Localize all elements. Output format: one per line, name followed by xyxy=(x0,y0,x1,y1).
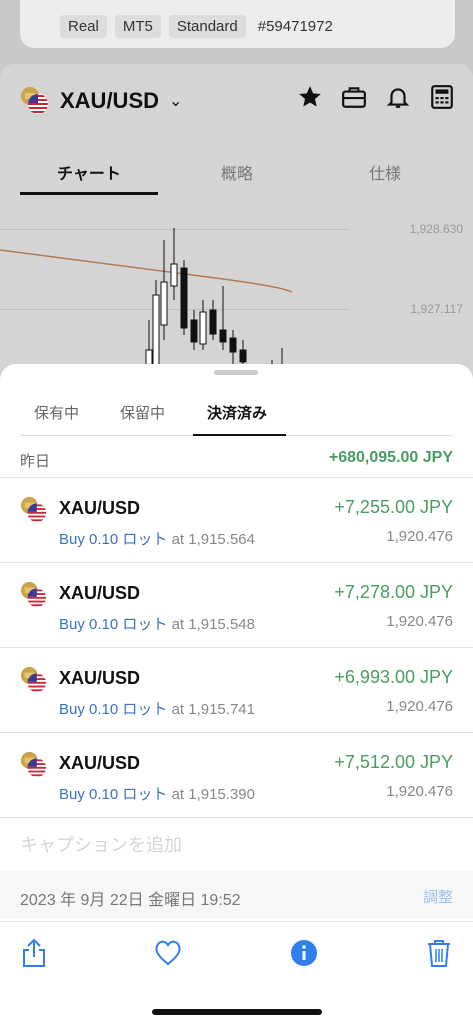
platform-tag: MT5 xyxy=(114,15,161,38)
trade-symbol: XAU/USD xyxy=(59,498,141,518)
tab-overview[interactable]: 概略 xyxy=(221,160,253,184)
trade-close-price: 1,920.476 xyxy=(386,613,453,630)
caption-input[interactable]: キャプションを追加 xyxy=(20,831,182,857)
account-class-tag: Standard xyxy=(168,15,246,38)
symbol-selector[interactable]: XAU/USD ⌄ xyxy=(20,86,182,116)
trade-row[interactable]: XAU/USD +7,278.00 JPY Buy 0.10 ロット at 1,… xyxy=(0,563,473,648)
home-indicator xyxy=(152,1009,322,1015)
tab-underline xyxy=(20,192,158,195)
star-icon[interactable] xyxy=(297,84,323,110)
candles xyxy=(145,228,283,370)
account-card: Real MT5 Standard #59471972 xyxy=(20,0,455,48)
trade-close-price: 1,920.476 xyxy=(386,783,453,800)
briefcase-icon[interactable] xyxy=(341,84,367,110)
trade-open-price: at 1,915.741 xyxy=(171,701,255,718)
day-label: 昨日 xyxy=(20,453,51,470)
account-id: #59471972 xyxy=(257,18,333,35)
trade-row[interactable]: XAU/USD +7,255.00 JPY Buy 0.10 ロット at 1,… xyxy=(0,478,473,563)
trade-symbol: XAU/USD xyxy=(59,583,141,603)
trade-history-sheet: 保有中 保留中 決済済み 昨日 +680,095.00 JPY XAU/USD … xyxy=(0,364,473,1024)
tab-closed[interactable]: 決済済み xyxy=(207,402,267,423)
heart-icon[interactable] xyxy=(154,938,182,968)
trade-profit: +7,278.00 JPY xyxy=(334,582,453,602)
trash-icon[interactable] xyxy=(425,938,453,968)
trade-detail: Buy 0.10 ロット at 1,915.390 xyxy=(59,783,255,804)
day-total: +680,095.00 JPY xyxy=(328,449,453,466)
trade-profit: +7,512.00 JPY xyxy=(334,752,453,772)
chart-tabs: チャート 概略 仕様 xyxy=(0,150,473,196)
account-type-tag: Real xyxy=(60,15,107,38)
candlestick-chart[interactable] xyxy=(0,200,473,370)
trade-open-price: at 1,915.548 xyxy=(171,616,255,633)
sheet-handle[interactable] xyxy=(214,370,258,375)
trade-side: Buy 0.10 ロット xyxy=(59,616,168,633)
trade-close-price: 1,920.476 xyxy=(386,698,453,715)
trade-detail: Buy 0.10 ロット at 1,915.741 xyxy=(59,698,255,719)
tab-chart[interactable]: チャート xyxy=(57,160,121,184)
chevron-down-icon: ⌄ xyxy=(169,93,183,110)
bottom-toolbar xyxy=(0,921,473,1024)
tab-specs[interactable]: 仕様 xyxy=(369,160,401,184)
trade-symbol: XAU/USD xyxy=(59,753,141,773)
trade-side: Buy 0.10 ロット xyxy=(59,701,168,718)
trade-row[interactable]: XAU/USD +6,993.00 JPY Buy 0.10 ロット at 1,… xyxy=(0,648,473,733)
gold-usd-flag-icon xyxy=(20,496,47,523)
trade-side: Buy 0.10 ロット xyxy=(59,786,168,803)
trade-profit: +6,993.00 JPY xyxy=(334,667,453,687)
trade-detail: Buy 0.10 ロット at 1,915.564 xyxy=(59,528,255,549)
tab-underline xyxy=(193,434,286,436)
gold-usd-flag-icon xyxy=(20,666,47,693)
trade-close-price: 1,920.476 xyxy=(386,528,453,545)
moving-average-line xyxy=(0,249,293,293)
share-icon[interactable] xyxy=(20,938,48,968)
bell-icon[interactable] xyxy=(385,84,411,110)
trade-detail: Buy 0.10 ロット at 1,915.548 xyxy=(59,613,255,634)
tab-open-positions[interactable]: 保有中 xyxy=(34,402,79,423)
symbol-name: XAU/USD xyxy=(60,88,160,113)
gold-usd-flag-icon xyxy=(21,87,48,114)
trade-profit: +7,255.00 JPY xyxy=(334,497,453,517)
trade-open-price: at 1,915.390 xyxy=(171,786,255,803)
date-text: 2023 年 9月 22日 金曜日 19:52 xyxy=(20,892,241,909)
gold-usd-flag-icon xyxy=(20,751,47,778)
trade-symbol: XAU/USD xyxy=(59,668,141,688)
day-summary: 昨日 +680,095.00 JPY xyxy=(0,444,473,477)
calculator-icon[interactable] xyxy=(429,84,455,110)
adjust-button[interactable]: 調整 xyxy=(423,886,453,907)
gold-usd-flag-icon xyxy=(20,581,47,608)
date-bar: 2023 年 9月 22日 金曜日 19:52 調整 xyxy=(0,871,473,919)
trade-row[interactable]: XAU/USD +7,512.00 JPY Buy 0.10 ロット at 1,… xyxy=(0,733,473,818)
position-tabs: 保有中 保留中 決済済み xyxy=(20,394,453,436)
tab-pending-orders[interactable]: 保留中 xyxy=(120,402,165,423)
info-icon[interactable] xyxy=(290,938,318,968)
trade-open-price: at 1,915.564 xyxy=(171,531,255,548)
trade-side: Buy 0.10 ロット xyxy=(59,531,168,548)
